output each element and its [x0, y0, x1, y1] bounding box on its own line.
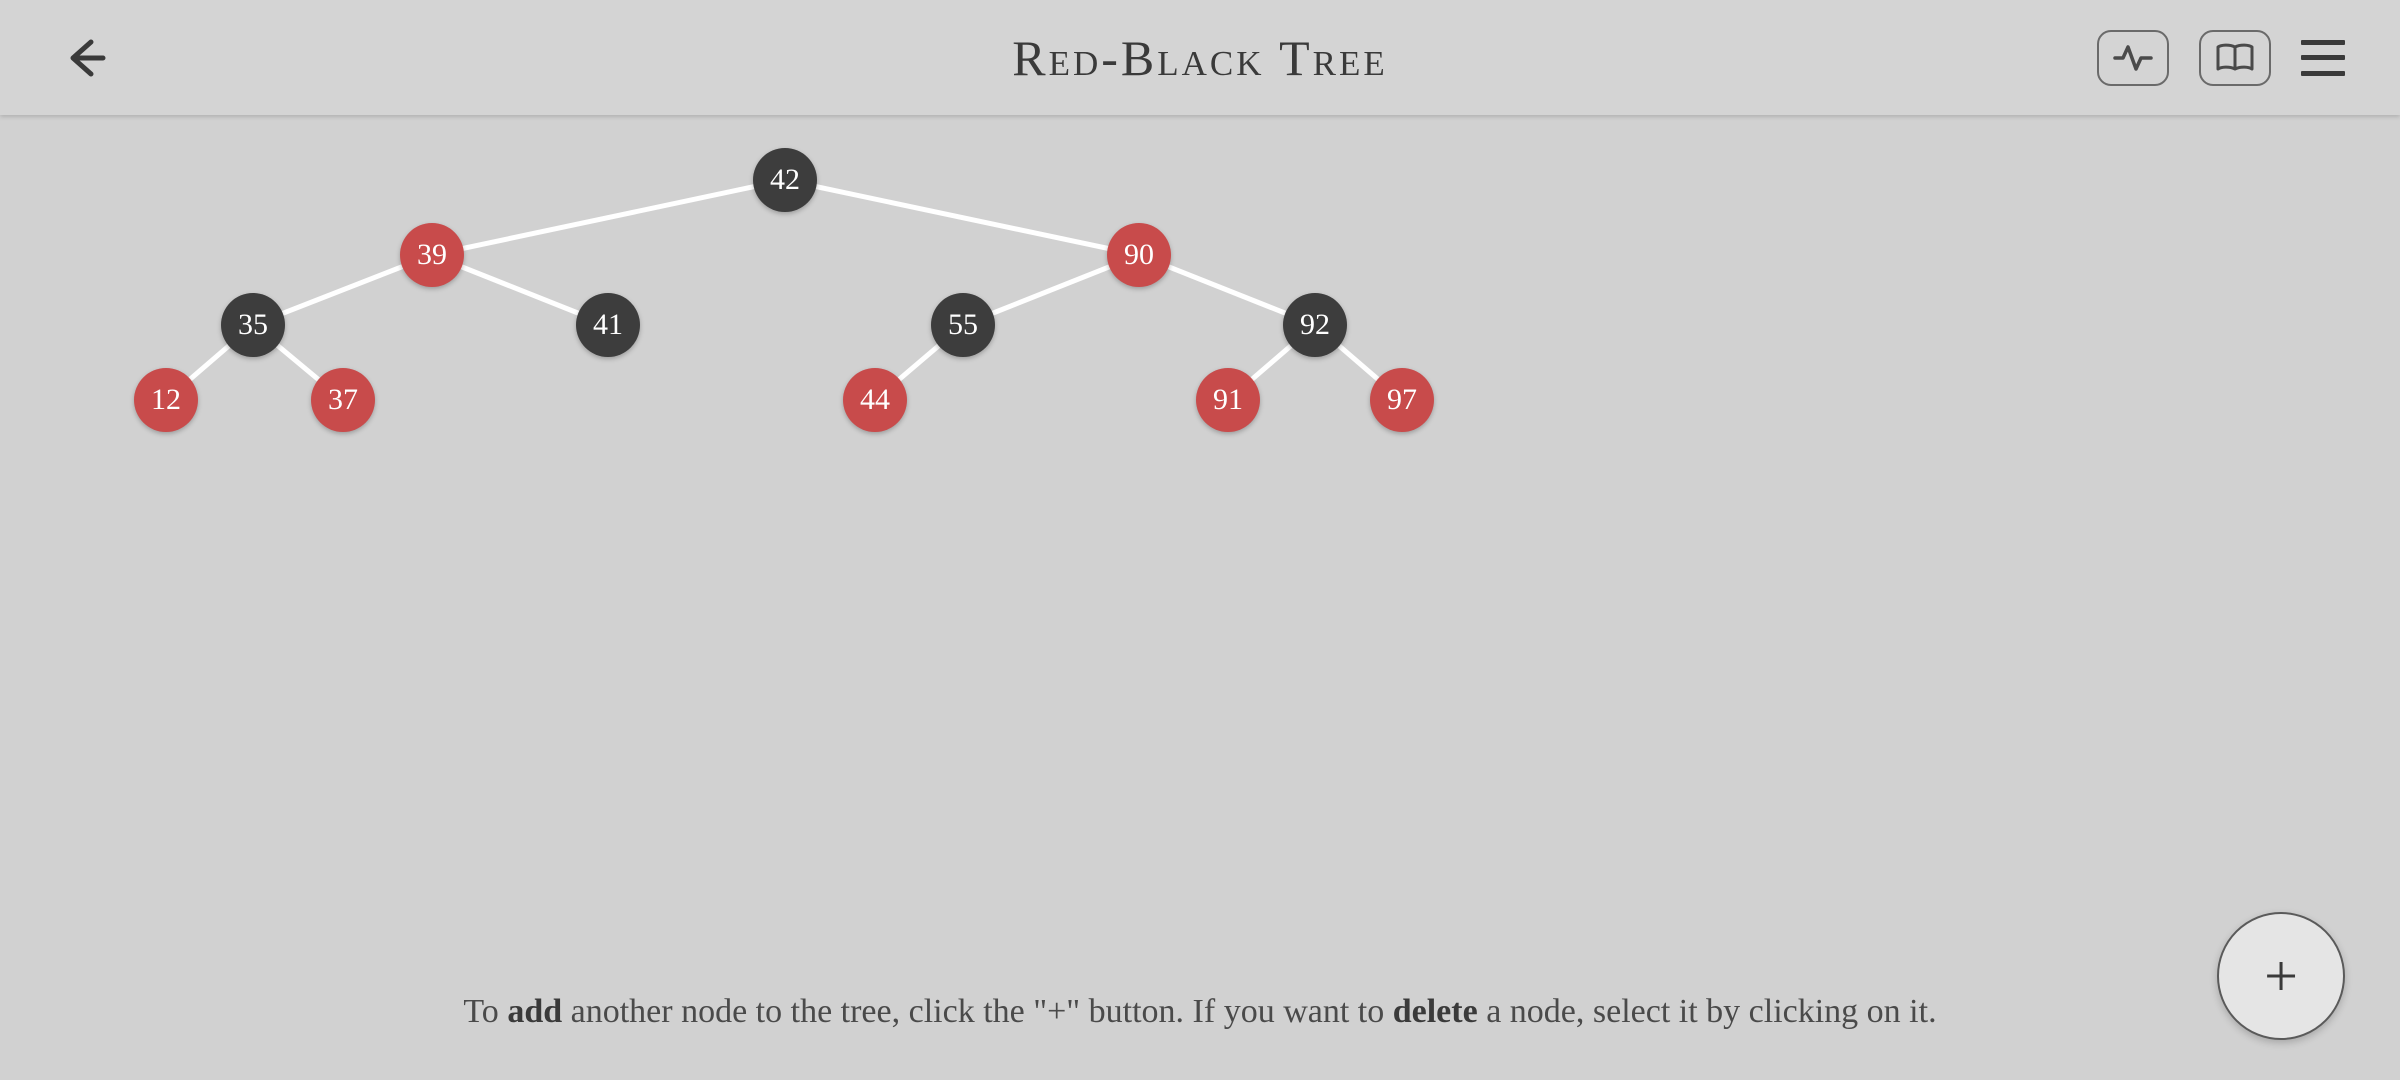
tree-node[interactable]: 41 — [576, 293, 640, 357]
tree-node[interactable]: 42 — [753, 148, 817, 212]
hint-prefix: To — [463, 993, 507, 1030]
tree-node[interactable]: 35 — [221, 293, 285, 357]
arrow-left-icon — [63, 36, 107, 80]
tree-node[interactable]: 37 — [311, 368, 375, 432]
tree-node[interactable]: 97 — [1370, 368, 1434, 432]
back-button[interactable] — [60, 33, 110, 83]
plus-icon: + — [2264, 942, 2298, 1011]
hint-bold-add: add — [507, 993, 562, 1030]
hamburger-line — [2301, 71, 2345, 76]
page-title: Red-Black Tree — [1012, 29, 1388, 87]
tree-canvas: To add another node to the tree, click t… — [0, 115, 2400, 1080]
tree-node[interactable]: 90 — [1107, 223, 1171, 287]
activity-button[interactable] — [2097, 30, 2169, 86]
reference-button[interactable] — [2199, 30, 2271, 86]
hint-suffix: a node, select it by clicking on it. — [1478, 993, 1937, 1030]
hint-mid: another node to the tree, click the "+" … — [562, 993, 1393, 1030]
tree-node[interactable]: 92 — [1283, 293, 1347, 357]
hamburger-line — [2301, 40, 2345, 45]
tree-edges — [0, 115, 2400, 1080]
header: Red-Black Tree — [0, 0, 2400, 115]
activity-icon — [2113, 43, 2153, 73]
hint-bold-delete: delete — [1393, 993, 1478, 1030]
menu-button[interactable] — [2301, 40, 2345, 76]
hint-text: To add another node to the tree, click t… — [264, 989, 2136, 1035]
tree-edge — [785, 180, 1139, 255]
tree-node[interactable]: 12 — [134, 368, 198, 432]
tree-node[interactable]: 55 — [931, 293, 995, 357]
tree-edge — [432, 180, 785, 255]
hamburger-line — [2301, 55, 2345, 60]
tree-node[interactable]: 39 — [400, 223, 464, 287]
book-icon — [2215, 43, 2255, 73]
tree-node[interactable]: 44 — [843, 368, 907, 432]
header-actions — [2097, 30, 2345, 86]
tree-node[interactable]: 91 — [1196, 368, 1260, 432]
add-node-button[interactable]: + — [2217, 912, 2345, 1040]
